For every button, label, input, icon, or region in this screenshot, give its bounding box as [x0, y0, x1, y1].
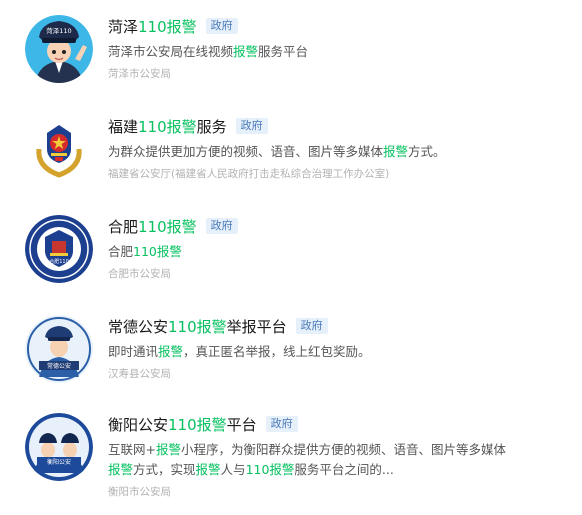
government-badge: 政府 [295, 318, 328, 334]
title-text-suffix: 平台 [226, 415, 257, 434]
account-description: 菏泽市公安局在线视频报警服务平台 [108, 44, 309, 59]
title-text: 合肥 [108, 217, 139, 236]
account-description: 即时通讯报警，真正匿名举报，线上红包奖励。 [108, 344, 371, 359]
police-emblem-icon [25, 115, 93, 183]
police-officer-icon: 常德公安 [25, 315, 93, 383]
government-badge: 政府 [205, 218, 238, 234]
account-source: 合肥市公安局 [108, 268, 171, 280]
account-title[interactable]: 衡阳公安110报警平台 [108, 414, 257, 435]
account-title[interactable]: 合肥110报警 [108, 216, 197, 237]
account-title[interactable]: 菏泽110报警 [108, 16, 197, 37]
title-highlight: 110报警 [138, 17, 197, 36]
account-description: 互联网+报警小程序，为衡阳群众提供方便的视频、语音、图片等多媒体报警方式，实现报… [108, 442, 507, 477]
result-item-fujian[interactable]: 福建110报警服务 政府 为群众提供更加方便的视频、语音、图片等多媒体报警方式。… [0, 100, 582, 196]
title-text: 衡阳公安 [108, 415, 169, 434]
account-avatar[interactable]: 菏泽110 [25, 15, 93, 83]
account-source: 福建省公安厅(福建省人民政府打击走私综合治理工作办公室) [108, 168, 390, 180]
search-result-list: 菏泽110 菏泽110报警 政府 菏泽市公安局在线视频报警服务平台 菏泽市公安局 [0, 0, 582, 515]
account-title[interactable]: 福建110报警服务 [108, 116, 227, 137]
title-highlight: 110报警 [168, 415, 227, 434]
government-badge: 政府 [205, 18, 238, 34]
title-text: 常德公安 [108, 317, 169, 336]
title-text: 菏泽 [108, 17, 139, 36]
result-item-hengyang[interactable]: 衡阳公安 衡阳公安110报警平台 政府 互联网+报警小程序，为衡阳群众提供方便的… [0, 398, 582, 515]
logo-text: 合肥110 [49, 258, 69, 265]
government-badge: 政府 [235, 118, 268, 134]
government-badge: 政府 [265, 416, 298, 432]
title-highlight: 110报警 [168, 317, 227, 336]
account-title[interactable]: 常德公安110报警举报平台 [108, 316, 287, 337]
account-description: 合肥110报警 [108, 244, 182, 259]
police-badge-icon: 合肥110 [25, 215, 93, 283]
title-text: 福建 [108, 117, 139, 136]
logo-text: 菏泽110 [46, 26, 71, 35]
title-text-suffix: 服务 [196, 117, 227, 136]
logo-text: 衡阳公安 [47, 458, 71, 466]
account-source: 汉寿县公安局 [108, 368, 171, 380]
logo-text: 常德公安 [47, 362, 71, 370]
account-avatar[interactable]: 合肥110 [25, 215, 93, 283]
account-avatar[interactable] [25, 115, 93, 183]
police-officer-cartoon-icon: 菏泽110 [25, 15, 93, 83]
result-item-hefei[interactable]: 合肥110 合肥110报警 政府 合肥110报警 合肥市公安局 [0, 200, 582, 296]
title-highlight: 110报警 [138, 217, 197, 236]
title-text-suffix: 举报平台 [226, 317, 287, 336]
result-item-changde[interactable]: 常德公安 常德公安110报警举报平台 政府 即时通讯报警，真正匿名举报，线上红包… [0, 300, 582, 396]
account-source: 菏泽市公安局 [108, 68, 171, 80]
account-source: 衡阳市公安局 [108, 486, 171, 498]
police-officers-pair-icon: 衡阳公安 [25, 413, 93, 481]
account-avatar[interactable]: 衡阳公安 [25, 413, 93, 481]
account-description: 为群众提供更加方便的视频、语音、图片等多媒体报警方式。 [108, 144, 446, 159]
result-item-heze[interactable]: 菏泽110 菏泽110报警 政府 菏泽市公安局在线视频报警服务平台 菏泽市公安局 [0, 0, 582, 96]
title-highlight: 110报警 [138, 117, 197, 136]
account-avatar[interactable]: 常德公安 [25, 315, 93, 383]
